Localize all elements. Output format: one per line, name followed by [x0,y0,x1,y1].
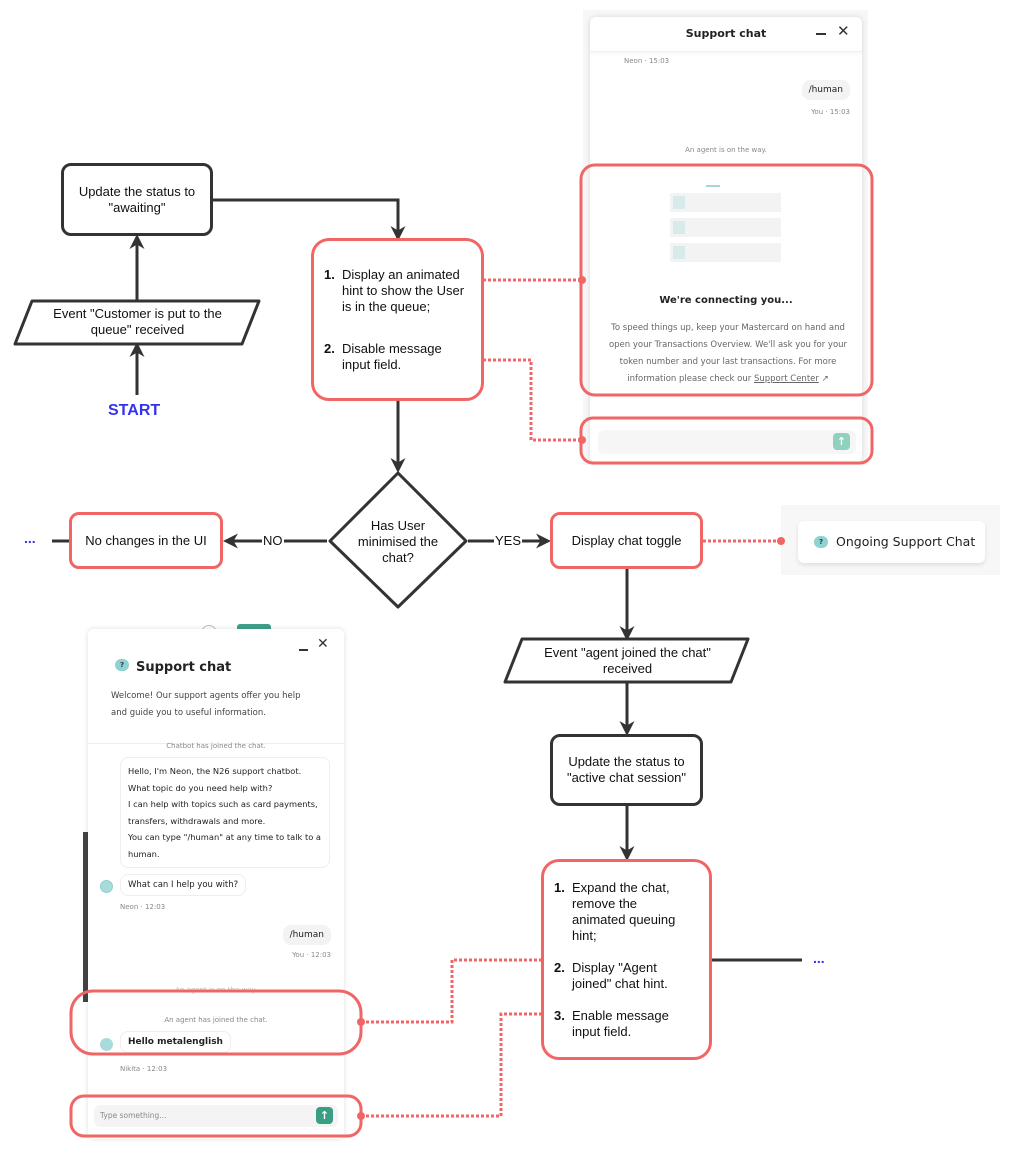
update-active-text: Update the status to "active chat sessio… [566,754,687,785]
hint-row [670,243,781,262]
queue-chat-header: Support chat ✕ [590,17,862,52]
agent-avatar-icon [100,1038,113,1051]
bot-intro-line: What topic do you need help with? [128,782,273,793]
event-queue-text: Event "Customer is put to the queue" rec… [53,306,222,337]
start-label: START [108,402,161,419]
active-chat-window: ✕ ? Support chat Welcome! Our support ag… [88,629,344,1139]
support-center-link[interactable]: Support Center [754,374,819,384]
help-bubble-icon: ? [814,536,828,548]
link-dot [357,1018,365,1026]
queue-actions-list: 1. Display an animated hint to show the … [324,267,470,373]
hint-row [670,193,781,212]
ellipsis-right: ... [813,950,825,966]
chat-toggle-screenshot: ? Ongoing Support Chat [781,505,1000,575]
agent-action-item: 1. Expand the chat, remove the animated … [554,879,676,943]
dotted-agent-joined-link [361,958,542,1024]
dotted-input-enabled-link [361,1012,542,1118]
welcome-text: Welcome! Our support agents offer you he… [111,691,301,718]
minimize-icon[interactable] [299,649,308,651]
no-changes-node: No changes in the UI [69,512,223,569]
link-dot [357,1112,365,1120]
update-awaiting-node: Update the status to "awaiting" [61,163,213,236]
queue-chat-screenshot: Support chat ✕ Neon · 15:03 /human You ·… [583,10,868,465]
system-message: An agent is on the way. [685,146,767,154]
dotted-input-disabled-link [483,358,582,442]
agent-actions-node: 1. Expand the chat, remove the animated … [541,859,712,1060]
minimize-icon[interactable] [816,33,826,35]
send-button[interactable]: ↑ [316,1107,333,1124]
no-label: NO [262,533,284,548]
bot-avatar-icon [100,880,113,893]
connecting-body: To speed things up, keep your Mastercard… [608,320,848,388]
arrow-update-to-queue-actions [212,198,406,241]
close-icon[interactable]: ✕ [317,636,329,652]
ongoing-support-chat-toggle[interactable]: ? Ongoing Support Chat [798,521,985,563]
display-toggle-node: Display chat toggle [550,512,703,569]
external-link-icon: ↗ [821,374,829,384]
user-meta: You · 12:03 [292,951,331,959]
bot-question-message: What can I help you with? [120,874,247,896]
agent-meta: Nikita · 12:03 [120,1065,168,1073]
agent-actions-list: 1. Expand the chat, remove the animated … [554,880,687,1040]
chatbot-joined: Chatbot has joined the chat. [166,742,266,750]
queue-actions-node: 1. Display an animated hint to show the … [311,238,484,401]
queue-action-item: 1. Display an animated hint to show the … [324,266,465,314]
hint-row [670,218,781,237]
toggle-label: Ongoing Support Chat [836,534,976,549]
message-input-placeholder: Type something... [100,1111,167,1120]
connecting-title: We're connecting you... [659,295,793,306]
message-input[interactable]: Type something... ↑ [94,1105,338,1127]
hint-bar [706,185,720,187]
active-chat-title: Support chat [136,660,232,675]
help-bubble-icon: ? [115,659,129,671]
no-changes-text: No changes in the UI [85,532,207,548]
ellipsis-left: ... [24,530,36,546]
queue-message-input: ↑ [598,430,856,454]
bot-intro-message: Hello, I'm Neon, the N26 support chatbot… [120,757,330,868]
update-awaiting-text: Update the status to "awaiting" [78,183,196,215]
queue-action-item: 2. Disable message input field. [324,340,442,372]
update-active-node: Update the status to "active chat sessio… [550,734,703,806]
agent-action-item: 2. Display "Agent joined" chat hint. [554,959,668,991]
bot-intro-line: I can help with topics such as card paym… [128,799,318,826]
active-chat-screenshot: ✕ ? Support chat Welcome! Our support ag… [83,620,353,1145]
user-meta: You · 15:03 [811,108,850,116]
event-agent-text: Event "agent joined the chat" received [544,645,711,676]
arrow-up-icon: ↑ [833,433,850,450]
yes-label: YES [494,533,523,548]
bot-intro-line: Hello, I'm Neon, the N26 support chatbot… [128,766,302,776]
agent-message: Hello metalenglish [120,1031,231,1053]
queue-chat-window: Support chat ✕ Neon · 15:03 /human You ·… [590,17,862,462]
bot-meta: Neon · 15:03 [624,57,670,65]
close-icon[interactable]: ✕ [837,22,850,40]
bot-intro-line: You can type "/human" at any time to tal… [128,832,322,859]
decision-text: Has User minimised the chat? [357,518,439,565]
user-message: /human [282,925,331,945]
user-message: /human [801,80,850,100]
agent-on-way-message: An agent is on the way. [175,986,257,994]
agent-action-item: 3. Enable message input field. [554,1007,669,1039]
display-toggle-text: Display chat toggle [571,532,682,548]
bot-meta: Neon · 12:03 [120,903,166,911]
agent-joined-message: An agent has joined the chat. [164,1016,268,1024]
queue-hint-animation [670,185,782,265]
